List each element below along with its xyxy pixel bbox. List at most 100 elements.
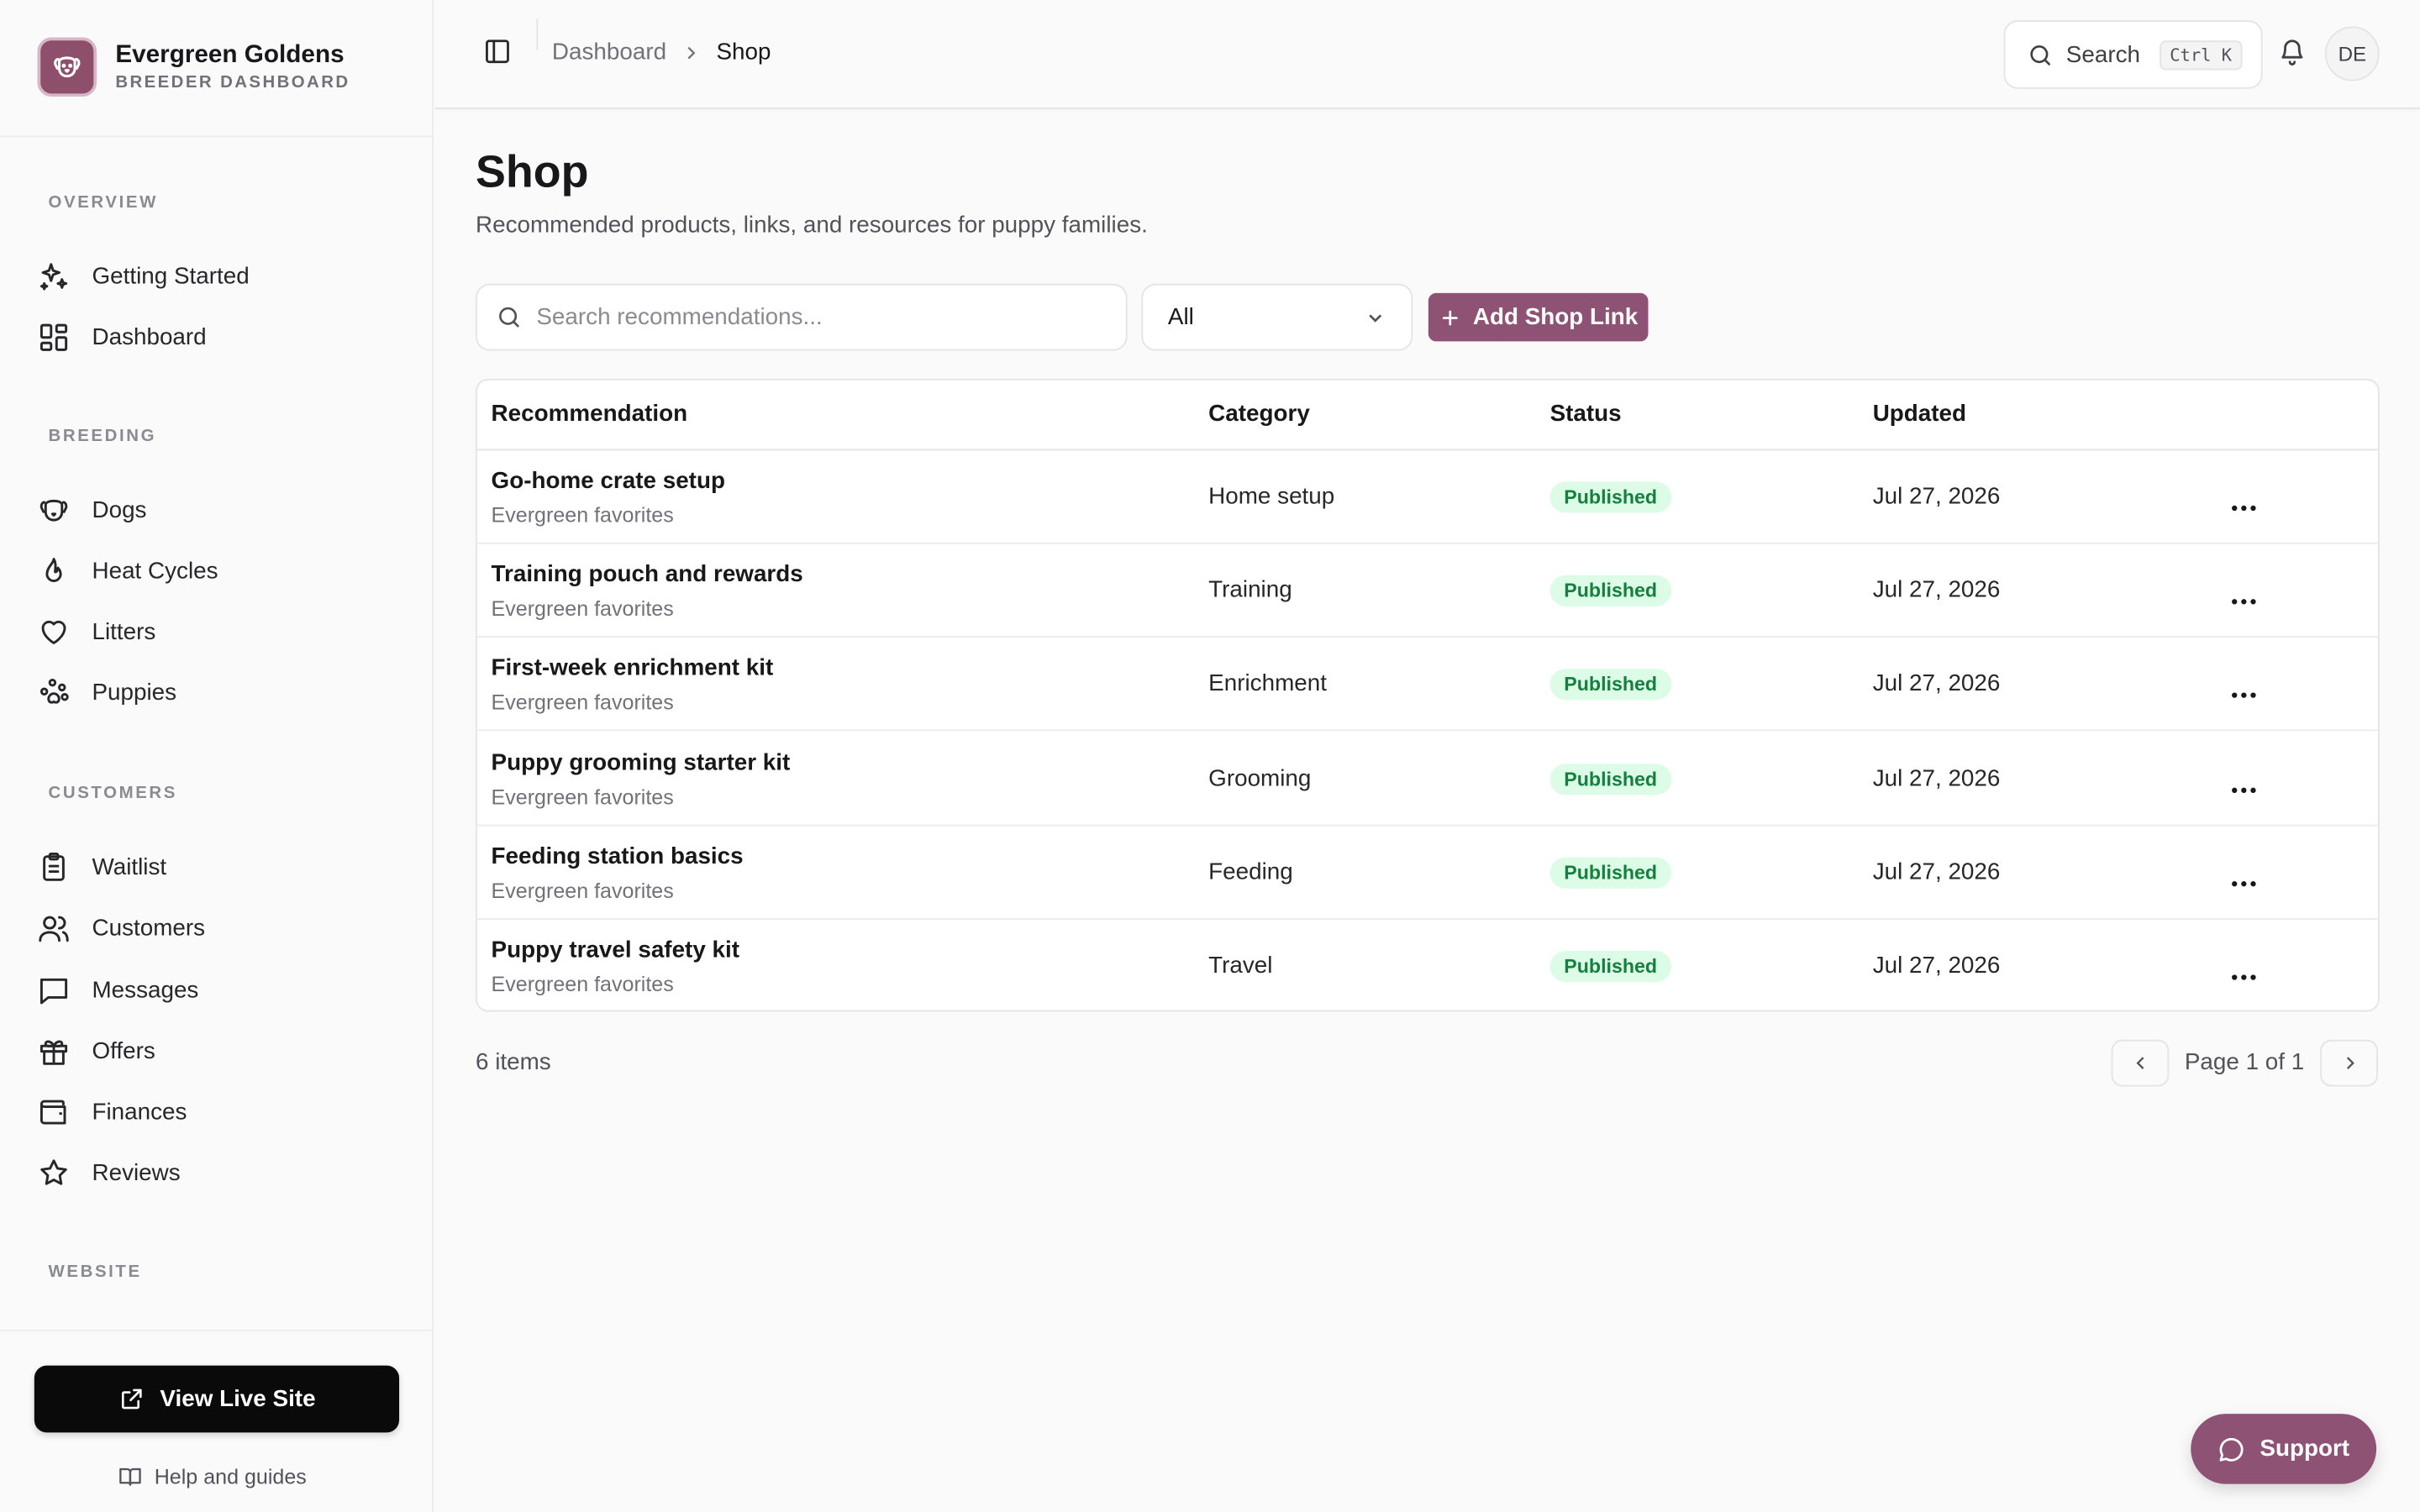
clipboard-icon <box>43 852 65 880</box>
divider <box>0 135 434 138</box>
sidebar-item-litters[interactable]: Litters <box>38 608 155 655</box>
notifications-button[interactable] <box>2278 38 2306 74</box>
column-header-updated: Updated <box>1872 400 1967 428</box>
users-icon <box>39 915 69 942</box>
sidebar-item-dashboard[interactable]: Dashboard <box>38 313 207 360</box>
row-actions-button[interactable] <box>2230 962 2258 980</box>
table-row[interactable]: Puppy travel safety kit Evergreen favorit… <box>477 920 2378 1011</box>
top-header: Dashboard Shop Search Ctrl K DE <box>434 0 2420 109</box>
chevron-left-icon <box>2135 1057 2144 1069</box>
table-row[interactable]: Puppy grooming starter kit Evergreen favo… <box>476 732 2378 826</box>
more-horizontal-icon <box>2232 693 2256 699</box>
search-field[interactable] <box>475 283 1128 351</box>
sidebar-item-finances[interactable]: Finances <box>38 1088 187 1135</box>
table-row[interactable]: First-week enrichment kit Evergreen favor… <box>476 638 2378 732</box>
support-button[interactable]: Support <box>2191 1414 2377 1484</box>
dog-logo-icon <box>37 37 97 97</box>
chevron-down-icon <box>1369 313 1382 322</box>
sidebar-item-label: Dogs <box>92 496 147 523</box>
sidebar-item-label: Getting Started <box>92 262 250 290</box>
table-row[interactable]: Feeding station basics Evergreen favorite… <box>476 826 2378 920</box>
row-updated: Jul 27, 2026 <box>1872 952 2001 979</box>
filter-value: All <box>1167 303 1194 331</box>
row-category: Training <box>1208 576 1292 604</box>
row-actions-button[interactable] <box>2230 868 2258 886</box>
sidebar-item-label: Reviews <box>92 1158 181 1186</box>
sidebar-item-customers[interactable]: Customers <box>38 904 206 951</box>
table-row[interactable]: Go-home crate setup Evergreen favorites Ho… <box>476 450 2378 544</box>
breadcrumb: Dashboard Shop <box>552 39 771 66</box>
more-horizontal-icon <box>2232 880 2256 886</box>
heart-icon <box>41 619 66 644</box>
category-filter-select[interactable]: All <box>1141 283 1413 351</box>
row-title: Puppy travel safety kit <box>491 937 740 963</box>
sidebar-item-puppies[interactable]: Puppies <box>38 669 177 716</box>
row-updated: Jul 27, 2026 <box>1872 670 2001 698</box>
help-label: Help and guides <box>154 1465 307 1489</box>
status-badge: Published <box>1549 575 1671 607</box>
row-category: Enrichment <box>1208 670 1327 698</box>
message-icon <box>39 977 68 1004</box>
sidebar-item-getting-started[interactable]: Getting Started <box>38 253 250 300</box>
flame-icon <box>45 557 62 581</box>
search-label: Search <box>2065 41 2141 68</box>
prev-page-button[interactable] <box>2111 1039 2170 1087</box>
row-subtitle: Evergreen favorites <box>491 879 674 903</box>
view-live-site-button[interactable]: View Live Site <box>34 1365 400 1433</box>
brand-title: Evergreen Goldens <box>115 42 345 69</box>
book-icon <box>119 1467 141 1486</box>
row-updated: Jul 27, 2026 <box>1872 858 2001 885</box>
add-button-label: Add Shop Link <box>1472 303 1639 331</box>
view-live-site-label: View Live Site <box>160 1385 316 1413</box>
paw-icon <box>39 678 69 703</box>
sidebar-item-label: Puppies <box>92 679 177 706</box>
sidebar-item-label: Dashboard <box>92 323 207 350</box>
row-actions-button[interactable] <box>2230 680 2258 699</box>
status-badge: Published <box>1549 763 1671 795</box>
pagination-label: Page 1 of 1 <box>2184 1048 2305 1076</box>
more-horizontal-icon <box>2232 786 2256 793</box>
sidebar-item-dogs[interactable]: Dogs <box>38 486 147 533</box>
row-subtitle: Evergreen favorites <box>491 972 674 996</box>
sidebar-item-waitlist[interactable]: Waitlist <box>38 843 166 890</box>
row-category: Travel <box>1208 952 1273 979</box>
sidebar-item-messages[interactable]: Messages <box>38 967 198 1014</box>
panel-left-icon <box>486 39 509 64</box>
sidebar-item-offers[interactable]: Offers <box>38 1027 155 1074</box>
recommendations-table: Recommendation Category Status Updated G… <box>475 378 2380 1012</box>
status-badge: Published <box>1549 669 1671 701</box>
status-badge: Published <box>1549 481 1671 513</box>
row-title: Training pouch and rewards <box>491 561 803 588</box>
sidebar-item-label: Offers <box>92 1037 155 1064</box>
row-actions-button[interactable] <box>2230 492 2258 512</box>
section-label-overview: OVERVIEW <box>48 193 158 213</box>
next-page-button[interactable] <box>2320 1039 2378 1087</box>
help-link[interactable]: Help and guides <box>118 1465 307 1488</box>
brand[interactable]: Evergreen Goldens BREEDER DASHBOARD <box>37 37 350 97</box>
row-actions-button[interactable] <box>2230 586 2258 605</box>
chat-bubble-icon <box>2220 1436 2244 1461</box>
star-icon <box>40 1158 67 1184</box>
row-actions-button[interactable] <box>2230 774 2258 793</box>
row-subtitle: Evergreen favorites <box>491 690 674 715</box>
table-row[interactable]: Training pouch and rewards Evergreen favo… <box>476 544 2378 638</box>
global-search-button[interactable]: Search Ctrl K <box>2003 20 2263 89</box>
section-label-breeding: BREEDING <box>48 427 157 446</box>
sidebar-item-reviews[interactable]: Reviews <box>38 1149 181 1196</box>
more-horizontal-icon <box>2232 974 2256 980</box>
sidebar-toggle-button[interactable] <box>483 38 518 72</box>
sidebar-item-heat-cycles[interactable]: Heat Cycles <box>38 547 218 594</box>
sidebar: Evergreen Goldens BREEDER DASHBOARD OVER… <box>0 0 434 1512</box>
row-category: Home setup <box>1208 483 1335 510</box>
support-label: Support <box>2260 1436 2350 1462</box>
avatar[interactable]: DE <box>2324 26 2380 81</box>
divider <box>536 18 539 50</box>
breadcrumb-dashboard[interactable]: Dashboard <box>552 39 666 66</box>
items-count: 6 items <box>475 1048 551 1076</box>
breadcrumb-shop: Shop <box>716 39 771 66</box>
sidebar-item-label: Customers <box>92 914 206 941</box>
section-label-customers: CUSTOMERS <box>48 784 177 803</box>
sidebar-item-label: Heat Cycles <box>92 557 218 584</box>
add-shop-link-button[interactable]: Add Shop Link <box>1428 292 1649 342</box>
search-input[interactable] <box>536 303 1098 331</box>
